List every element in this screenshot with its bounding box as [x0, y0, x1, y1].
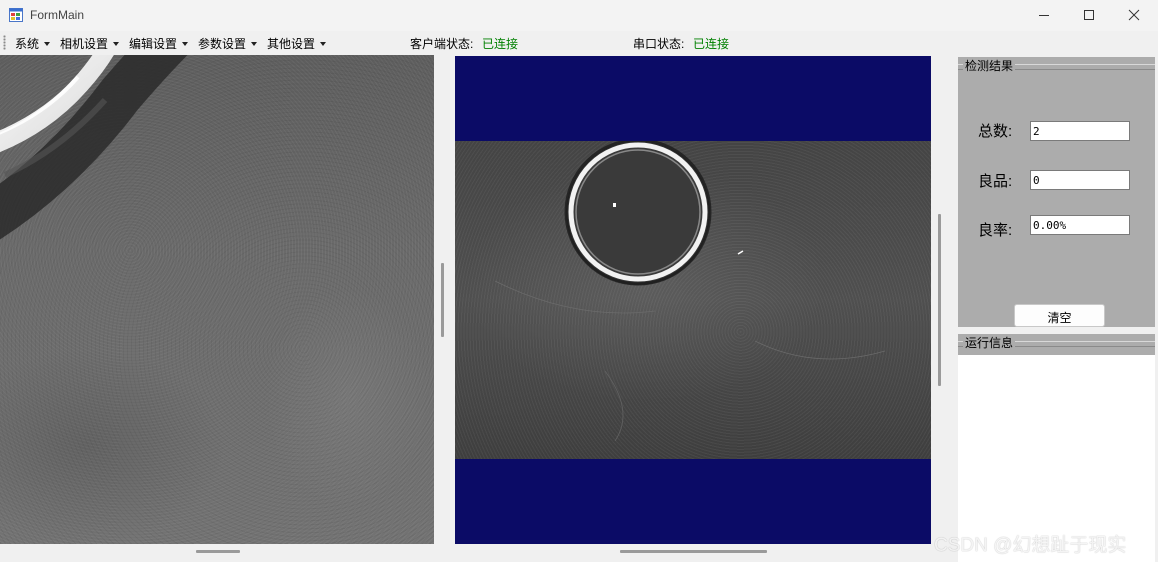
left-scroll-handle[interactable]: [196, 550, 240, 553]
rate-label: 良率:: [978, 222, 1013, 239]
menu-system-label: 系统: [15, 37, 40, 51]
clear-button[interactable]: 清空: [1014, 304, 1105, 327]
minimize-button[interactable]: [1021, 0, 1067, 31]
close-icon: [1128, 9, 1140, 21]
center-scroll-handle[interactable]: [620, 550, 767, 553]
left-camera-image: [0, 55, 188, 240]
chevron-down-icon: [320, 42, 327, 46]
minimize-icon: [1039, 15, 1049, 16]
client-status-label: 客户端状态:: [410, 37, 474, 51]
good-field[interactable]: 0: [1030, 170, 1130, 190]
menu-camera-settings-label: 相机设置: [60, 37, 109, 51]
menu-other-settings[interactable]: 其他设置: [267, 35, 327, 52]
menu-bar: 系统 相机设置 编辑设置 参数设置 其他设置 客户端状态: 已连接 串口状态: …: [0, 31, 1158, 54]
run-info-header: 运行信息: [958, 334, 1155, 355]
maximize-button[interactable]: [1066, 0, 1112, 31]
center-splitter-handle[interactable]: [938, 214, 941, 386]
serial-status-value: 已连接: [693, 37, 730, 51]
chevron-down-icon: [251, 42, 258, 46]
menu-edit-settings-label: 编辑设置: [129, 37, 178, 51]
good-label: 良品:: [978, 173, 1013, 190]
menu-other-settings-label: 其他设置: [267, 37, 316, 51]
run-info-title: 运行信息: [963, 334, 1016, 351]
chevron-down-icon: [182, 42, 189, 46]
toolbar-grip[interactable]: [3, 35, 6, 50]
title-bar: FormMain: [0, 0, 1158, 31]
menu-camera-settings[interactable]: 相机设置: [60, 35, 120, 52]
total-label: 总数:: [978, 123, 1013, 140]
menu-system[interactable]: 系统: [15, 35, 51, 52]
rate-field[interactable]: 0.00%: [1030, 215, 1130, 235]
menu-parameter-settings-label: 参数设置: [198, 37, 247, 51]
chevron-down-icon: [113, 42, 120, 46]
maximize-icon: [1084, 10, 1094, 20]
left-splitter-handle[interactable]: [441, 263, 444, 337]
serial-status-label: 串口状态:: [633, 37, 685, 51]
app-window-icon: [9, 8, 23, 22]
detection-results-title: 检测结果: [963, 57, 1016, 74]
left-camera-view: [0, 55, 434, 544]
window-title: FormMain: [30, 8, 85, 22]
center-camera-image: [455, 141, 931, 459]
client-status-value: 已连接: [482, 37, 519, 51]
chevron-down-icon: [44, 42, 51, 46]
run-info-group: 运行信息: [958, 334, 1155, 562]
total-field[interactable]: 2: [1030, 121, 1130, 141]
menu-edit-settings[interactable]: 编辑设置: [129, 35, 189, 52]
menu-parameter-settings[interactable]: 参数设置: [198, 35, 258, 52]
center-camera-view: [455, 56, 931, 544]
close-button[interactable]: [1111, 0, 1157, 31]
watermark-text: CSDN @幻想趾于现实: [934, 535, 1127, 556]
detection-results-group: 检测结果 总数: 2 良品: 0 良率: 0.00% 清空: [958, 57, 1155, 327]
